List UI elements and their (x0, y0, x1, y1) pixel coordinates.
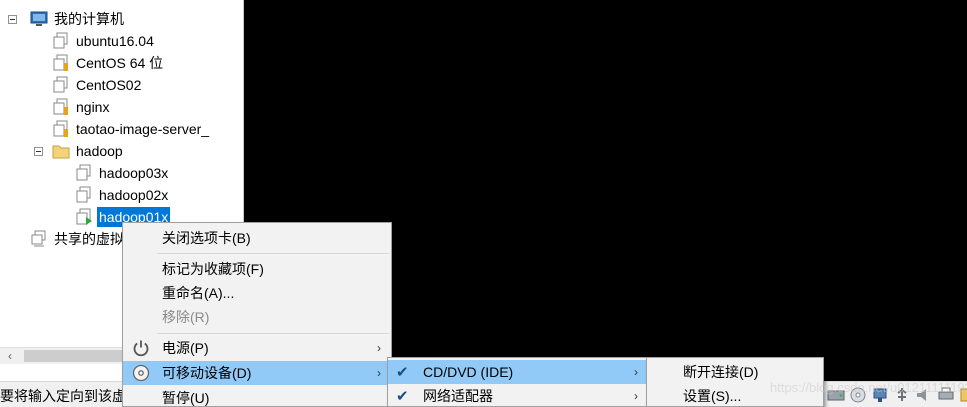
menu-item-label: 关闭选项卡(B) (162, 230, 251, 246)
menu-item-label: 重命名(A)... (162, 285, 235, 301)
menu-item-rename[interactable]: 重命名(A)... (123, 281, 391, 305)
vm-icon (75, 186, 93, 204)
tree-item-label: hadoop03x (99, 165, 169, 181)
tree-item-label: CentOS02 (76, 77, 142, 93)
menu-item-pause[interactable]: 暂停(U) (123, 386, 391, 407)
tree-item-vm[interactable]: CentOS 64 位 (52, 52, 165, 74)
menu-item-close-tab[interactable]: 关闭选项卡(B) (123, 226, 391, 250)
tree-item-label: nginx (76, 99, 110, 115)
network-adapter-icon[interactable] (870, 386, 890, 404)
device-status-icons (826, 385, 967, 405)
cd-dvd-icon[interactable] (848, 386, 868, 404)
menu-item-label: 移除(R) (162, 309, 210, 325)
menu-item-removable-devices[interactable]: 可移动设备(D) › (123, 361, 391, 385)
menu-item-network-adapter[interactable]: ✔ 网络适配器 › (388, 384, 648, 407)
vm-icon (52, 76, 70, 94)
tree-item-shared-vms[interactable]: 共享的虚拟 (30, 228, 126, 250)
shared-vms-icon (30, 230, 48, 248)
menu-item-mark-favorite[interactable]: 标记为收藏项(F) (123, 257, 391, 281)
tree-item-vm[interactable]: CentOS02 (52, 74, 143, 96)
tree-item-label: hadoop (76, 143, 123, 159)
menu-item-power[interactable]: 电源(P) › (123, 336, 391, 360)
submenu-arrow-icon: › (377, 341, 381, 355)
tree-item-label: hadoop02x (99, 187, 169, 203)
vm-running-icon (52, 98, 70, 116)
scroll-left-arrow-icon[interactable]: ‹ (3, 349, 17, 363)
tree-item-vm[interactable]: taotao-image-server_ (52, 118, 211, 140)
submenu-arrow-icon: › (634, 365, 638, 379)
menu-item-settings[interactable]: 设置(S)... (647, 384, 823, 407)
hard-disk-icon[interactable] (826, 386, 846, 404)
menu-item-label: 暂停(U) (162, 390, 210, 406)
checkmark-icon: ✔ (396, 364, 409, 381)
collapse-toggle-icon[interactable] (8, 15, 17, 24)
menu-separator (157, 253, 389, 254)
menu-item-cd-dvd[interactable]: ✔ CD/DVD (IDE) › (388, 360, 648, 384)
message-icon[interactable] (958, 386, 967, 404)
vm-powered-on-icon (75, 208, 93, 226)
tree-item-vm[interactable]: ubuntu16.04 (52, 30, 156, 52)
tree-item-my-computer[interactable]: 我的计算机 (8, 8, 126, 30)
tree-item-label: ubuntu16.04 (76, 33, 154, 49)
checkmark-icon: ✔ (396, 388, 409, 405)
menu-item-label: 断开连接(D) (683, 364, 759, 380)
removable-devices-submenu: ✔ CD/DVD (IDE) › ✔ 网络适配器 › (387, 357, 649, 407)
disc-icon (131, 363, 151, 383)
menu-item-label: 设置(S)... (683, 388, 742, 404)
cd-dvd-submenu: 断开连接(D) 设置(S)... (646, 357, 824, 407)
vm-icon (52, 32, 70, 50)
submenu-arrow-icon: › (634, 389, 638, 403)
tree-item-vm[interactable]: hadoop03x (75, 162, 170, 184)
folder-icon (52, 142, 70, 160)
submenu-arrow-icon: › (377, 366, 381, 380)
menu-item-remove[interactable]: 移除(R) (123, 305, 391, 329)
power-icon (131, 338, 151, 358)
tree-item-label: taotao-image-server_ (76, 121, 210, 137)
tree-item-label: 我的计算机 (54, 11, 124, 27)
printer-icon[interactable] (936, 386, 956, 404)
menu-item-disconnect[interactable]: 断开连接(D) (647, 360, 823, 384)
menu-item-label: 网络适配器 (423, 388, 493, 404)
vm-running-icon (52, 120, 70, 138)
tree-item-label: 共享的虚拟 (54, 231, 124, 247)
menu-item-label: 电源(P) (162, 340, 209, 356)
tree-item-vm[interactable]: hadoop02x (75, 184, 170, 206)
vm-icon (75, 164, 93, 182)
usb-icon[interactable] (892, 386, 912, 404)
menu-item-label: CD/DVD (IDE) (423, 364, 514, 380)
status-message: 要将输入定向到该虚 (0, 388, 126, 404)
collapse-toggle-icon[interactable] (34, 147, 43, 156)
tree-item-vm[interactable]: nginx (52, 96, 111, 118)
vm-context-menu: 关闭选项卡(B) 标记为收藏项(F) 重命名(A)... 移除(R) 电源(P)… (122, 222, 392, 407)
vm-running-icon (52, 54, 70, 72)
tree-item-folder-hadoop[interactable]: hadoop (34, 140, 125, 162)
sound-icon[interactable] (914, 386, 934, 404)
menu-item-label: 标记为收藏项(F) (162, 261, 264, 277)
menu-item-label: 可移动设备(D) (162, 365, 252, 381)
tree-item-label: CentOS 64 位 (76, 55, 164, 71)
menu-separator (157, 333, 389, 334)
computer-icon (30, 10, 48, 28)
